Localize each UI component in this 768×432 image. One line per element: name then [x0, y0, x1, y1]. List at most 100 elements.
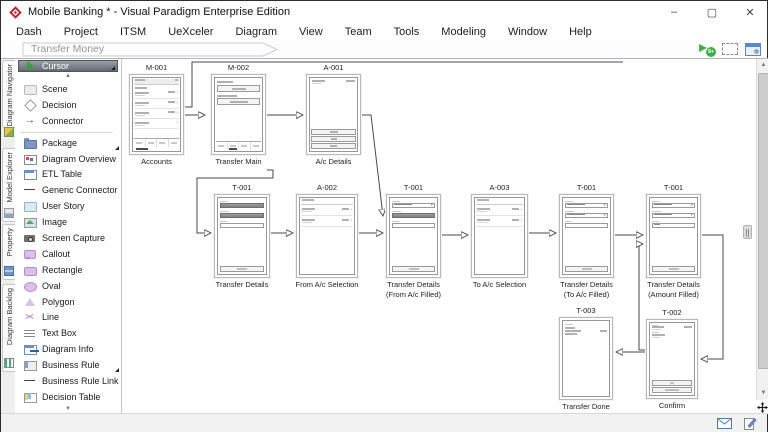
image-icon — [23, 216, 37, 228]
tool-scene[interactable]: Scene — [15, 81, 121, 97]
scroll-down-button[interactable]: ▼ — [757, 387, 768, 400]
tool-callout[interactable]: Callout — [15, 246, 121, 262]
callout-icon — [23, 248, 37, 260]
rect-icon — [23, 264, 37, 276]
application-window: Mobile Banking * - Visual Paradigm Enter… — [0, 0, 768, 432]
sidebar-tab-model-explorer[interactable]: Model Explorer — [2, 148, 15, 222]
menu-itsm[interactable]: ITSM — [109, 23, 157, 41]
tool-text-box[interactable]: Text Box — [15, 325, 121, 341]
diagram-canvas[interactable]: M-001››››AccountsM-002Transfer MainA-001… — [122, 59, 756, 414]
tool-screen-capture[interactable]: Screen Capture — [15, 230, 121, 246]
wf-button — [311, 129, 356, 135]
close-button[interactable]: ✕ — [739, 6, 761, 19]
sidebar-tab-diagram-backlog[interactable]: Diagram Backlog — [2, 284, 15, 372]
tool-business-rule-link[interactable]: Business Rule Link — [15, 373, 121, 389]
breadcrumb[interactable]: Transfer Money — [31, 43, 104, 55]
fit-selection-icon[interactable] — [722, 43, 738, 55]
tool-line[interactable]: Line — [15, 309, 121, 325]
wireframe-screen[interactable] — [559, 317, 613, 400]
tool-label: Oval — [42, 281, 61, 291]
tool-oval[interactable]: Oval — [15, 278, 121, 294]
tool-decision[interactable]: Decision — [15, 97, 121, 113]
menu-window[interactable]: Window — [497, 23, 558, 41]
notifications-icon[interactable]: 9+ — [698, 42, 715, 56]
menu-tools[interactable]: Tools — [383, 23, 431, 41]
title-bar: Mobile Banking * - Visual Paradigm Enter… — [1, 1, 767, 23]
tool-polygon[interactable]: Polygon — [15, 294, 121, 310]
tool-label: Polygon — [42, 297, 75, 307]
screen-id-label: T-003 — [559, 306, 613, 315]
tool-label: Decision — [42, 100, 77, 110]
tool-diagram-overview[interactable]: Diagram Overview — [15, 151, 121, 167]
menu-uexceler[interactable]: UeXceler — [157, 23, 224, 41]
screen-id-label: A-002 — [296, 183, 358, 192]
tool-image[interactable]: Image — [15, 214, 121, 230]
etl-icon — [23, 168, 37, 180]
tool-user-story[interactable]: User Story — [15, 198, 121, 214]
notification-badge: 9+ — [706, 47, 716, 57]
palette-scroll-up-button[interactable]: ▲ — [15, 72, 121, 81]
menu-bar: DashProjectITSMUeXcelerDiagramViewTeamTo… — [1, 23, 767, 41]
polygon-icon — [23, 296, 37, 308]
tool-connector[interactable]: Connector — [15, 113, 121, 129]
tool-generic-connector[interactable]: Generic Connector — [15, 182, 121, 198]
scene-icon — [23, 83, 37, 95]
tool-label: Connector — [42, 116, 84, 126]
tool-diagram-info[interactable]: Diagram Info — [15, 341, 121, 357]
tool-label: Diagram Info — [42, 344, 94, 354]
scroll-up-button[interactable]: ▲ — [757, 59, 768, 72]
visual-paradigm-logo — [9, 6, 22, 19]
edit-icon[interactable] — [744, 417, 757, 430]
panel-splitter-handle[interactable] — [743, 225, 752, 239]
side-tab-strip: Diagram Navigator Model Explorer Property D… — [1, 59, 15, 414]
sidebar-tab-diagram-navigator[interactable]: Diagram Navigator — [2, 60, 15, 128]
wireframe-screen[interactable]: ▾▾ — [646, 194, 701, 278]
tool-rectangle[interactable]: Rectangle — [15, 262, 121, 278]
wireframe-screen[interactable] — [211, 74, 266, 155]
vertical-scrollbar[interactable]: ▲ ▼ — [756, 59, 768, 400]
mail-icon[interactable] — [717, 418, 732, 429]
maximize-button[interactable]: ▢ — [701, 6, 723, 19]
menu-team[interactable]: Team — [334, 23, 383, 41]
screen-content: ›› — [299, 197, 355, 275]
menu-project[interactable]: Project — [53, 23, 109, 41]
tool-etl-table[interactable]: ETL Table — [15, 166, 121, 182]
wireframe-screen[interactable]: ›› — [296, 194, 358, 278]
menu-help[interactable]: Help — [558, 23, 603, 41]
panel-settings-icon[interactable] — [745, 43, 761, 56]
wireframe-screen[interactable] — [214, 194, 270, 278]
tool-package[interactable]: Package — [15, 135, 121, 151]
pan-tool-button[interactable] — [756, 400, 768, 414]
wf-tab-bar — [134, 138, 179, 147]
wireframe-screen[interactable]: ›››› — [129, 74, 184, 155]
scrollbar-thumb[interactable] — [758, 73, 768, 369]
wf-button — [217, 98, 260, 105]
tool-label: Business Rule Link — [42, 376, 119, 386]
screen-id-label: M-002 — [211, 63, 266, 72]
tool-label: Decision Table — [42, 392, 100, 402]
menu-modeling[interactable]: Modeling — [430, 23, 497, 41]
menu-dash[interactable]: Dash — [5, 23, 53, 41]
userstory-icon — [23, 200, 37, 212]
minimize-button[interactable]: – — [663, 6, 685, 18]
tool-label: Callout — [42, 249, 70, 259]
menu-view[interactable]: View — [288, 23, 334, 41]
submenu-indicator — [115, 146, 119, 150]
tool-decision-table[interactable]: Decision Table — [15, 389, 121, 405]
tool-cursor[interactable]: Cursor — [18, 60, 118, 72]
wireframe-screen[interactable]: ▾▾ — [559, 194, 614, 278]
wf-confirm-button — [392, 266, 435, 272]
menu-diagram[interactable]: Diagram — [224, 23, 288, 41]
wireframe-screen[interactable]: ▾ — [386, 194, 441, 278]
wireframe-screen[interactable] — [306, 74, 361, 155]
capture-icon — [23, 232, 37, 244]
tool-label: Screen Capture — [42, 233, 105, 243]
wireframe-screen[interactable]: ›› — [471, 194, 528, 278]
screen-content — [562, 320, 610, 397]
wireframe-screen[interactable] — [646, 319, 698, 399]
tool-business-rule[interactable]: Business Rule — [15, 357, 121, 373]
wf-dropdown — [220, 213, 264, 218]
wf-dropdown — [392, 213, 435, 218]
cursor-icon — [24, 60, 38, 72]
sidebar-tab-property[interactable]: Property — [2, 224, 15, 280]
